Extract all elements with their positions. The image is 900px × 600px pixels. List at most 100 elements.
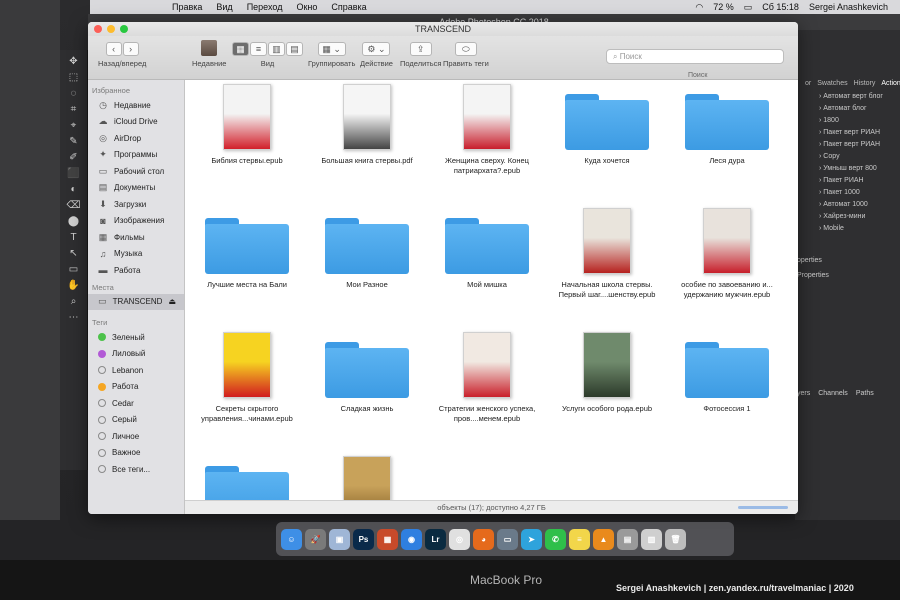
dock-app-launchpad[interactable]: 🚀 xyxy=(305,528,326,550)
sidebar-item-airdrop[interactable]: ◎ AirDrop xyxy=(88,130,184,147)
file-item[interactable]: Женщина сверху. Конец патриархата?.epub xyxy=(427,84,547,176)
ps-action-item[interactable]: › Хайрез-мини xyxy=(819,211,900,223)
dock-app-telegram[interactable]: ➤ xyxy=(521,528,542,550)
folder-item[interactable]: Куда хочется xyxy=(547,84,667,166)
dock-app-vlc[interactable]: ▲ xyxy=(593,528,614,550)
clock[interactable]: Сб 15:18 xyxy=(762,2,799,12)
sidebar-item-cloud[interactable]: ☁ iCloud Drive xyxy=(88,114,184,131)
ps-layers-tab[interactable]: Channels xyxy=(818,390,848,397)
sidebar-item-document[interactable]: ▤ Документы xyxy=(88,180,184,197)
ps-panel-tab[interactable]: Action xyxy=(881,80,900,87)
recents-group[interactable]: Недавние xyxy=(192,40,226,68)
sidebar-item-transcend[interactable]: ▭ TRANSCEND ⏏ xyxy=(88,293,184,310)
user-name[interactable]: Sergei Anashkevich xyxy=(809,2,888,12)
ps-action-item[interactable]: › 1800 xyxy=(819,115,900,127)
ps-action-item[interactable]: › Mobile xyxy=(819,223,900,235)
sidebar-tag[interactable]: Серый xyxy=(88,412,184,429)
menu-item[interactable]: Переход xyxy=(247,2,283,12)
dock-app-chrome[interactable]: ◎ xyxy=(449,528,470,550)
share-button[interactable]: ⇪ xyxy=(409,42,432,56)
dock-app-trash[interactable]: 🗑 xyxy=(665,528,686,550)
share-control[interactable]: ⇪ Поделиться xyxy=(400,42,441,68)
column-view-button[interactable]: ▥ xyxy=(268,42,285,56)
ps-action-item[interactable]: › Пакет 1000 xyxy=(819,187,900,199)
dock-app-remote[interactable]: ▥ xyxy=(641,528,662,550)
ps-action-item[interactable]: › Умныш верт 800 xyxy=(819,163,900,175)
marquee-icon[interactable]: ⬚ xyxy=(67,72,81,84)
dock-app-notes[interactable]: ≡ xyxy=(569,528,590,550)
folder-item[interactable]: Мои Разное xyxy=(307,208,427,290)
sidebar-tag[interactable]: Личное xyxy=(88,428,184,445)
close-button[interactable] xyxy=(94,25,102,33)
action-control[interactable]: ⚙ ⌄ Действие xyxy=(360,42,393,68)
gradient-icon[interactable]: ◐ xyxy=(67,184,81,196)
folder-item[interactable]: Сладкая жизнь xyxy=(307,332,427,414)
file-item[interactable]: Начальная школа стервы. Первый шаг....ше… xyxy=(547,208,667,300)
lasso-icon[interactable]: ◌ xyxy=(67,88,81,100)
sidebar-tag[interactable]: Все теги... xyxy=(88,461,184,478)
zoom-icon[interactable]: ⌕ xyxy=(67,296,81,308)
ps-action-item[interactable]: › Автомат 1000 xyxy=(819,199,900,211)
folder-item[interactable]: Леся дура xyxy=(667,84,787,166)
ps-action-item[interactable]: › Автомат блог xyxy=(819,103,900,115)
ps-panel-tab[interactable]: Swatches xyxy=(817,80,847,87)
shape-icon[interactable]: ▭ xyxy=(67,264,81,276)
sidebar-tag[interactable]: Cedar xyxy=(88,395,184,412)
ps-panel-tab[interactable]: History xyxy=(854,80,876,87)
sidebar-item-folder[interactable]: ▬ Работа xyxy=(88,262,184,279)
group-control[interactable]: ▦ ⌄ Группировать xyxy=(308,42,355,68)
group-button[interactable]: ▦ ⌄ xyxy=(317,42,346,56)
search-input[interactable]: ⌕ Поиск xyxy=(606,49,784,64)
ps-layers-tab[interactable]: yers xyxy=(797,390,810,397)
ps-action-item[interactable]: › Пакет РИАН xyxy=(819,175,900,187)
sidebar-tag[interactable]: Lebanon xyxy=(88,362,184,379)
file-item[interactable]: особие по завоеванию и... удержанию мужч… xyxy=(667,208,787,300)
dock-app-firefox[interactable]: ◕ xyxy=(473,528,494,550)
battery-icon[interactable]: ▭ xyxy=(744,2,753,13)
gallery-view-button[interactable]: ▤ xyxy=(286,42,303,56)
sidebar-item-download[interactable]: ⬇ Загрузки xyxy=(88,196,184,213)
dock-app-whatsapp[interactable]: ✆ xyxy=(545,528,566,550)
type-icon[interactable]: T xyxy=(67,232,81,244)
icon-view-button[interactable]: ▦ xyxy=(232,42,249,56)
sidebar-tag[interactable]: Важное xyxy=(88,445,184,462)
move-icon[interactable]: ✥ xyxy=(67,56,81,68)
ps-panel-tab[interactable]: or xyxy=(805,80,811,87)
back-button[interactable]: ‹ xyxy=(105,42,122,56)
file-item[interactable]: Большая книга стервы.pdf xyxy=(307,84,427,166)
sidebar-item-music[interactable]: ♫ Музыка xyxy=(88,246,184,263)
dodge-icon[interactable]: ⬤ xyxy=(67,216,81,228)
pencil-icon[interactable]: ✐ xyxy=(67,152,81,164)
ps-layers-tab[interactable]: Paths xyxy=(856,390,874,397)
dock-app-photoshop[interactable]: Ps xyxy=(353,528,374,550)
action-button[interactable]: ⚙ ⌄ xyxy=(362,42,391,56)
more-icon[interactable]: ⋯ xyxy=(67,312,81,324)
file-item[interactable]: Секреты скрытого управления...чинами.epu… xyxy=(187,332,307,424)
menu-item[interactable]: Вид xyxy=(216,2,232,12)
folder-item[interactable]: Мой мишка xyxy=(427,208,547,290)
list-view-button[interactable]: ≡ xyxy=(250,42,267,56)
folder-item[interactable] xyxy=(187,456,307,500)
eraser-icon[interactable]: ⌫ xyxy=(67,200,81,212)
eyedropper-icon[interactable]: ⌖ xyxy=(67,120,81,132)
sidebar-tag[interactable]: Работа xyxy=(88,379,184,396)
ps-toolbar[interactable]: ✥ ⬚ ◌ ⌗ ⌖ ✎ ✐ ⬛ ◐ ⌫ ⬤ T ↖ ▭ ✋ ⌕ ⋯ xyxy=(60,50,88,470)
sidebar-item-camera[interactable]: ◙ Изображения xyxy=(88,213,184,230)
ps-action-item[interactable]: › Автомат верт блог xyxy=(819,91,900,103)
hand-icon[interactable]: ✋ xyxy=(67,280,81,292)
minimize-button[interactable] xyxy=(107,25,115,33)
sidebar-item-film[interactable]: ▦ Фильмы xyxy=(88,229,184,246)
file-item[interactable]: Услуги особого рода.epub xyxy=(547,332,667,414)
sidebar-item-clock[interactable]: ◷ Недавние xyxy=(88,97,184,114)
battery-percent[interactable]: 72 % xyxy=(713,2,734,12)
file-item[interactable]: Библия стервы.epub xyxy=(187,84,307,166)
file-item[interactable] xyxy=(307,456,427,500)
brush-icon[interactable]: ✎ xyxy=(67,136,81,148)
menu-item[interactable]: Окно xyxy=(296,2,317,12)
sidebar-item-apps[interactable]: ✦ Программы xyxy=(88,147,184,164)
forward-button[interactable]: › xyxy=(122,42,139,56)
sidebar-tag[interactable]: Зеленый xyxy=(88,329,184,346)
dock-app-preview[interactable]: ▣ xyxy=(329,528,350,550)
ps-action-item[interactable]: › Copy xyxy=(819,151,900,163)
sidebar-item-desktop[interactable]: ▭ Рабочий стол xyxy=(88,163,184,180)
